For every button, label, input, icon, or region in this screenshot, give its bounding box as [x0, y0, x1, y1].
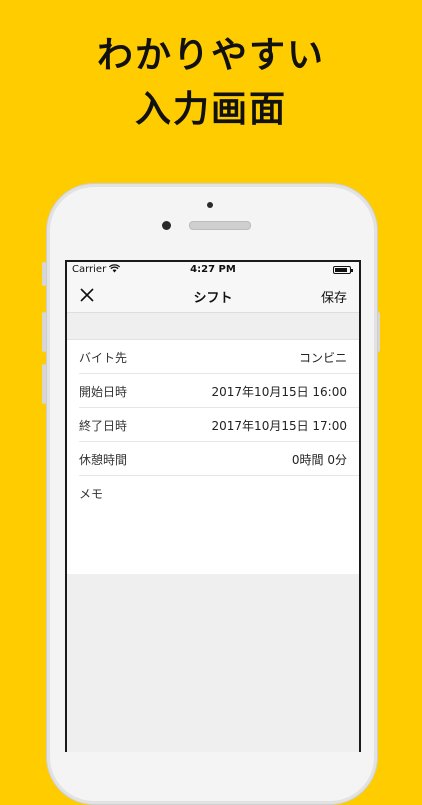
form-row-end-datetime[interactable]: 終了日時 2017年10月15日 17:00 — [79, 408, 359, 442]
proximity-sensor — [207, 202, 213, 208]
memo-label: メモ — [79, 487, 104, 501]
form-row-break-time[interactable]: 休憩時間 0時間 0分 — [79, 442, 359, 476]
headline-line-1: わかりやすい — [96, 35, 325, 76]
headline-line-2: 入力画面 — [134, 89, 287, 130]
phone-screen: Carrier 4:27 PM シフト 保存 バイト先 コンビニ 開始日時 20… — [65, 260, 361, 752]
form-row-start-datetime[interactable]: 開始日時 2017年10月15日 16:00 — [79, 374, 359, 408]
save-button[interactable]: 保存 — [321, 287, 347, 306]
status-bar: Carrier 4:27 PM — [67, 262, 359, 279]
page-title: シフト — [193, 291, 233, 306]
front-camera-icon — [162, 221, 171, 230]
form-label: 休憩時間 — [79, 453, 128, 467]
status-time: 4:27 PM — [190, 264, 236, 275]
navigation-bar: シフト 保存 — [67, 279, 359, 313]
form-label: バイト先 — [79, 351, 128, 365]
form-label: 開始日時 — [79, 385, 128, 399]
form-value: 0時間 0分 — [291, 453, 347, 467]
form-value: 2017年10月15日 16:00 — [211, 385, 347, 399]
form-row-workplace[interactable]: バイト先 コンビニ — [79, 340, 359, 374]
form-label: 終了日時 — [79, 419, 128, 433]
battery-icon — [333, 266, 353, 274]
form-row-memo: メモ — [79, 476, 359, 574]
form-value: 2017年10月15日 17:00 — [211, 419, 347, 433]
memo-input[interactable] — [79, 502, 351, 570]
form-value: コンビニ — [298, 351, 347, 365]
earpiece-speaker — [189, 221, 251, 230]
shift-form: バイト先 コンビニ 開始日時 2017年10月15日 16:00 終了日時 20… — [67, 339, 359, 574]
